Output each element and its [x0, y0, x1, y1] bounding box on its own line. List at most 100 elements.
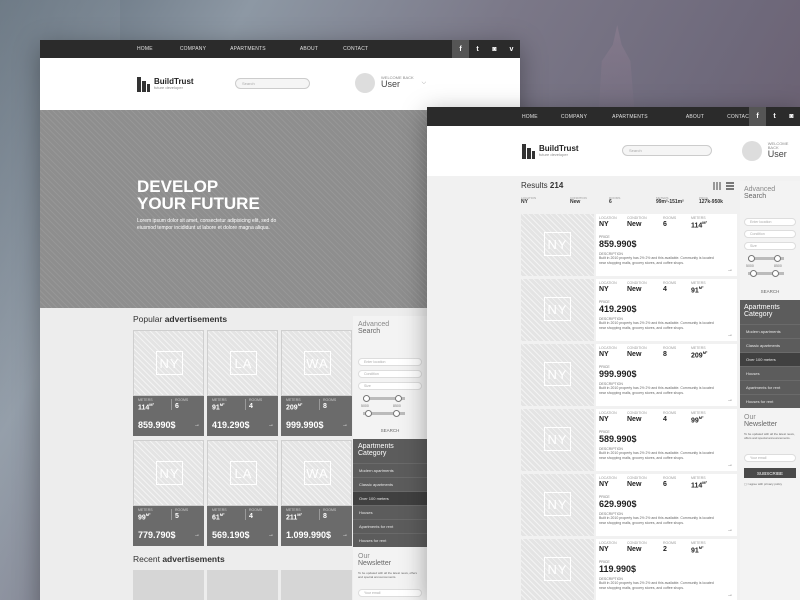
category-item[interactable]: Modern apartments [353, 463, 427, 477]
arrow-right-icon[interactable]: → [342, 532, 348, 538]
subscribe-button[interactable]: SUBSCRIBE [744, 468, 796, 478]
result-row[interactable]: NY LOCATION NY CONDITION New ROOMS 8 METERS 209M… [521, 344, 737, 406]
result-row[interactable]: NY LOCATION NY CONDITION New ROOMS 2 METERS 91M²… [521, 539, 737, 600]
property-card[interactable]: LA METERS 61M² ROOMS 4 569.190$ → [207, 440, 278, 546]
result-row[interactable]: NY LOCATION NY CONDITION New ROOMS 6 METERS 114M… [521, 214, 737, 276]
privacy-checkbox[interactable]: ▢ I agree with privacy policy [744, 482, 798, 487]
city-badge: NY [544, 297, 571, 321]
property-image: WA [281, 330, 352, 396]
nav-apartments[interactable]: APARTMENTS [230, 46, 266, 52]
result-row[interactable]: NY LOCATION NY CONDITION New ROOMS 4 METERS 91M²… [521, 279, 737, 341]
search-field[interactable]: Condition [358, 370, 422, 378]
city-badge: NY [544, 557, 571, 581]
arrow-right-icon[interactable]: → [727, 462, 733, 468]
nav-apartments[interactable]: APARTMENTS [612, 114, 648, 120]
results-area: Results 214 LOCATION NY CONDITION New ROOMS 6… [427, 176, 800, 600]
property-card[interactable]: LA METERS 91M² ROOMS 4 419.290$ → [207, 330, 278, 436]
category-item[interactable]: Modern apartments [740, 324, 800, 338]
top-navigation: HOME COMPANY APARTMENTS ABOUT CONTACT f t ◙ v [40, 40, 520, 58]
search-field[interactable]: Condition [744, 230, 796, 238]
category-item[interactable]: Over 100 meters [353, 491, 427, 505]
meters-value: 99 [138, 513, 146, 521]
recent-card[interactable] [133, 570, 204, 600]
instagram-icon[interactable]: ◙ [486, 40, 503, 58]
price-range-slider[interactable] [748, 255, 784, 262]
nav-company[interactable]: COMPANY [180, 46, 206, 52]
nav-home[interactable]: HOME [137, 46, 153, 52]
search-field[interactable]: Enter location [358, 358, 422, 366]
rooms-value: 8 [323, 512, 327, 520]
user-menu[interactable]: WELCOME BACK User [742, 141, 800, 161]
size-range-slider[interactable] [748, 270, 784, 277]
city-badge: NY [544, 362, 571, 386]
result-details: LOCATION NY CONDITION New ROOMS 6 METERS 114M² P… [596, 474, 737, 536]
search-input[interactable]: Search [622, 145, 712, 156]
meters-value: 91 [212, 403, 220, 411]
category-item[interactable]: Apartments for rent [353, 519, 427, 533]
nav-contact[interactable]: CONTACT [343, 46, 368, 52]
city-badge: NY [156, 351, 183, 375]
nav-about[interactable]: ABOUT [300, 46, 318, 52]
arrow-right-icon[interactable]: → [268, 422, 274, 428]
facebook-icon[interactable]: f [749, 107, 766, 126]
search-input[interactable]: Search [235, 78, 310, 89]
arrow-right-icon[interactable]: → [268, 532, 274, 538]
arrow-right-icon[interactable]: → [727, 592, 733, 598]
nav-home[interactable]: HOME [522, 114, 538, 120]
search-field[interactable]: Size [358, 382, 422, 390]
location-value: NY [599, 480, 609, 488]
price-range-slider[interactable] [363, 395, 405, 402]
property-card[interactable]: WA METERS 211M² ROOMS 8 1.099.990$ → [281, 440, 352, 546]
recent-card[interactable] [207, 570, 278, 600]
property-card[interactable]: NY METERS 114M² ROOMS 6 859.990$ → [133, 330, 204, 436]
property-card[interactable]: NY METERS 99M² ROOMS 5 779.790$ → [133, 440, 204, 546]
result-row[interactable]: NY LOCATION NY CONDITION New ROOMS 6 METERS 114M… [521, 474, 737, 536]
user-menu[interactable]: WELCOME BACK User ⌵ [355, 73, 426, 93]
twitter-icon[interactable]: t [469, 40, 486, 58]
category-item[interactable]: Houses for rent [740, 394, 800, 408]
recent-card[interactable] [281, 570, 352, 600]
email-field[interactable]: Your email [744, 454, 796, 462]
nav-company[interactable]: COMPANY [561, 114, 587, 120]
arrow-right-icon[interactable]: → [727, 332, 733, 338]
vimeo-icon[interactable]: v [503, 40, 520, 58]
facebook-icon[interactable]: f [452, 40, 469, 58]
slider-min: 5000 [361, 404, 369, 408]
arrow-right-icon[interactable]: → [194, 422, 200, 428]
instagram-icon[interactable]: ◙ [783, 107, 800, 126]
email-field[interactable]: Your email [358, 589, 422, 597]
nav-about[interactable]: ABOUT [686, 114, 704, 120]
newsletter-text: To be updated with all the latest news, … [358, 571, 417, 579]
result-row[interactable]: NY LOCATION NY CONDITION New ROOMS 4 METERS 99M²… [521, 409, 737, 471]
twitter-icon[interactable]: t [766, 107, 783, 126]
category-item[interactable]: Houses [740, 366, 800, 380]
property-card[interactable]: WA METERS 209M² ROOMS 8 999.990$ → [281, 330, 352, 436]
arrow-right-icon[interactable]: → [727, 397, 733, 403]
search-button[interactable]: SEARCH [353, 428, 427, 433]
property-image: NY [521, 214, 594, 276]
grid-view-icon[interactable] [713, 182, 721, 190]
arrow-right-icon[interactable]: → [342, 422, 348, 428]
list-view-icon[interactable] [726, 182, 734, 190]
property-image: LA [207, 330, 278, 396]
rooms-value: 8 [663, 350, 667, 358]
category-item[interactable]: Over 100 meters [740, 352, 800, 366]
category-item[interactable]: Houses [353, 505, 427, 519]
category-item[interactable]: Apartments for rent [740, 380, 800, 394]
search-button[interactable]: SEARCH [740, 289, 800, 294]
category-item[interactable]: Classic apartments [353, 477, 427, 491]
category-item[interactable]: Houses for rent [353, 533, 427, 547]
arrow-right-icon[interactable]: → [727, 267, 733, 273]
logo[interactable]: BuildTrust future developer [522, 143, 579, 159]
arrow-right-icon[interactable]: → [727, 527, 733, 533]
search-field[interactable]: Size [744, 242, 796, 250]
logo[interactable]: BuildTrust future developer [137, 76, 194, 92]
search-field[interactable]: Enter location [744, 218, 796, 226]
arrow-right-icon[interactable]: → [194, 532, 200, 538]
condition-value: New [627, 480, 642, 488]
chevron-down-icon[interactable]: ⌵ [422, 80, 427, 87]
price: 1.099.990$ [286, 530, 332, 540]
size-range-slider[interactable] [363, 410, 405, 417]
rooms-value: 2 [663, 545, 667, 553]
category-item[interactable]: Classic apartments [740, 338, 800, 352]
